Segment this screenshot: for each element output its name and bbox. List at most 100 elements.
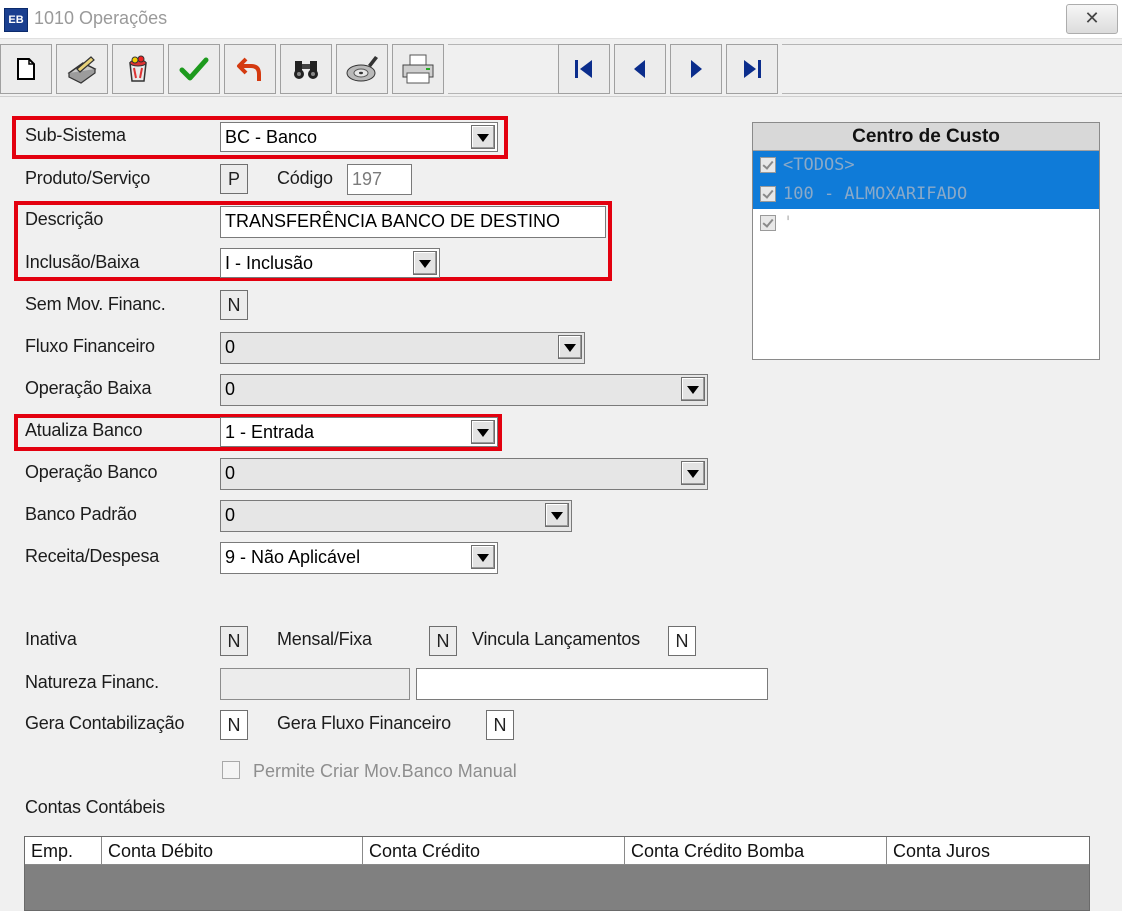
delete-button[interactable] bbox=[112, 44, 164, 94]
sub-sistema-value: BC - Banco bbox=[225, 127, 318, 147]
atualiza-banco-label: Atualiza Banco bbox=[25, 420, 143, 440]
inclusao-baixa-label: Inclusão/Baixa bbox=[25, 252, 140, 272]
delete-bucket-icon bbox=[129, 55, 147, 82]
atualiza-banco-select[interactable]: 1 - Entrada bbox=[220, 417, 498, 447]
operacao-baixa-value: 0 bbox=[225, 379, 236, 399]
centro-custo-item-label: ' bbox=[783, 213, 794, 233]
cd-disc-icon bbox=[346, 56, 378, 82]
receita-despesa-label: Receita/Despesa bbox=[25, 546, 160, 566]
natureza-financ-code-field[interactable] bbox=[220, 668, 410, 700]
gera-fluxo-financeiro-field[interactable]: N bbox=[486, 710, 514, 740]
chevron-down-icon[interactable] bbox=[471, 545, 495, 569]
descricao-field[interactable]: TRANSFERÊNCIA BANCO DE DESTINO bbox=[220, 206, 606, 238]
banco-padrao-value: 0 bbox=[225, 505, 236, 525]
grid-header-emp[interactable]: Emp. bbox=[25, 837, 102, 865]
receita-despesa-select[interactable]: 9 - Não Aplicável bbox=[220, 542, 498, 574]
sem-mov-financ-label: Sem Mov. Financ. bbox=[25, 294, 166, 314]
inativa-label: Inativa bbox=[25, 629, 77, 649]
undo-arrow-icon bbox=[237, 57, 261, 81]
chevron-down-icon[interactable] bbox=[681, 461, 705, 485]
contas-contabeis-label: Contas Contábeis bbox=[25, 797, 165, 817]
chevron-down-icon[interactable] bbox=[413, 251, 437, 275]
codigo-field[interactable]: 197 bbox=[347, 164, 412, 195]
next-record-icon bbox=[691, 60, 702, 78]
previous-record-icon bbox=[634, 60, 645, 78]
mensal-fixa-field[interactable]: N bbox=[429, 626, 457, 656]
inativa-field[interactable]: N bbox=[220, 626, 248, 656]
produto-servico-label: Produto/Serviço bbox=[25, 168, 151, 188]
natureza-financ-label: Natureza Financ. bbox=[25, 672, 159, 692]
permite-criar-label: Permite Criar Mov.Banco Manual bbox=[253, 761, 517, 781]
fluxo-financeiro-select[interactable]: 0 bbox=[220, 332, 585, 364]
edit-pen-icon bbox=[67, 56, 97, 84]
previous-record-button[interactable] bbox=[614, 44, 666, 94]
centro-custo-item-label: 100 - ALMOXARIFADO bbox=[783, 184, 968, 204]
toolbar-spacer bbox=[448, 44, 558, 94]
first-record-icon bbox=[575, 60, 592, 78]
title-bar bbox=[0, 0, 1122, 39]
operacao-banco-value: 0 bbox=[225, 463, 236, 483]
operacao-banco-select[interactable]: 0 bbox=[220, 458, 708, 490]
confirm-button[interactable] bbox=[168, 44, 220, 94]
permite-criar-checkbox[interactable] bbox=[222, 761, 240, 779]
vincula-lancamentos-field[interactable]: N bbox=[668, 626, 696, 656]
centro-custo-item-label: <TODOS> bbox=[783, 155, 855, 175]
grid-header-conta-credito[interactable]: Conta Crédito bbox=[363, 837, 625, 865]
printer-icon bbox=[402, 54, 434, 84]
vincula-lancamentos-label: Vincula Lançamentos bbox=[472, 629, 640, 649]
sub-sistema-select[interactable]: BC - Banco bbox=[220, 122, 498, 152]
chevron-down-icon[interactable] bbox=[681, 377, 705, 401]
chevron-down-icon[interactable] bbox=[558, 335, 582, 359]
codigo-label: Código bbox=[277, 168, 333, 188]
centro-custo-item[interactable]: 100 - ALMOXARIFADO bbox=[753, 180, 1099, 209]
inclusao-baixa-select[interactable]: I - Inclusão bbox=[220, 248, 440, 278]
checkbox-checked-icon[interactable] bbox=[760, 157, 776, 173]
chevron-down-icon[interactable] bbox=[471, 420, 495, 444]
atualiza-banco-value: 1 - Entrada bbox=[225, 422, 315, 442]
banco-padrao-label: Banco Padrão bbox=[25, 504, 137, 524]
print-button[interactable] bbox=[392, 44, 444, 94]
grid-header-conta-debito[interactable]: Conta Débito bbox=[102, 837, 363, 865]
fluxo-financeiro-label: Fluxo Financeiro bbox=[25, 336, 155, 356]
next-record-button[interactable] bbox=[670, 44, 722, 94]
checkbox-checked-icon[interactable] bbox=[760, 215, 776, 231]
fluxo-financeiro-value: 0 bbox=[225, 337, 236, 357]
close-button[interactable]: ✕ bbox=[1066, 4, 1118, 34]
receita-despesa-value: 9 - Não Aplicável bbox=[225, 547, 361, 567]
chevron-down-icon[interactable] bbox=[545, 503, 569, 527]
produto-servico-field[interactable]: P bbox=[220, 164, 248, 194]
new-document-icon bbox=[17, 58, 35, 80]
last-record-icon bbox=[744, 60, 761, 78]
sub-sistema-label: Sub-Sistema bbox=[25, 125, 126, 145]
first-record-button[interactable] bbox=[558, 44, 610, 94]
operacao-banco-label: Operação Banco bbox=[25, 462, 158, 482]
toolbar-tail bbox=[782, 44, 1122, 94]
edit-button[interactable] bbox=[56, 44, 108, 94]
gera-contabilizacao-field[interactable]: N bbox=[220, 710, 248, 740]
binoculars-icon bbox=[294, 61, 318, 79]
undo-button[interactable] bbox=[224, 44, 276, 94]
last-record-button[interactable] bbox=[726, 44, 778, 94]
search-button[interactable] bbox=[280, 44, 332, 94]
disc-button[interactable] bbox=[336, 44, 388, 94]
operacao-baixa-select[interactable]: 0 bbox=[220, 374, 708, 406]
banco-padrao-select[interactable]: 0 bbox=[220, 500, 572, 532]
gera-fluxo-financeiro-label: Gera Fluxo Financeiro bbox=[277, 713, 451, 733]
inclusao-baixa-value: I - Inclusão bbox=[225, 253, 314, 273]
centro-custo-item[interactable]: ' bbox=[753, 209, 1099, 238]
chevron-down-icon[interactable] bbox=[471, 125, 495, 149]
grid-header-conta-credito-bomba[interactable]: Conta Crédito Bomba bbox=[625, 837, 887, 865]
centro-custo-title: Centro de Custo bbox=[753, 123, 1099, 151]
app-icon: EB bbox=[4, 8, 28, 32]
descricao-label: Descrição bbox=[25, 209, 104, 229]
sem-mov-financ-field[interactable]: N bbox=[220, 290, 248, 320]
operacao-baixa-label: Operação Baixa bbox=[25, 378, 152, 398]
confirm-check-icon bbox=[179, 57, 209, 81]
natureza-financ-desc-field[interactable] bbox=[416, 668, 768, 700]
checkbox-checked-icon[interactable] bbox=[760, 186, 776, 202]
centro-custo-item[interactable]: <TODOS> bbox=[753, 151, 1099, 180]
gera-contabilizacao-label: Gera Contabilização bbox=[25, 713, 185, 733]
new-button[interactable] bbox=[0, 44, 52, 94]
window-title: 1010 Operações bbox=[34, 8, 168, 28]
grid-header-conta-juros[interactable]: Conta Juros bbox=[887, 837, 1089, 865]
